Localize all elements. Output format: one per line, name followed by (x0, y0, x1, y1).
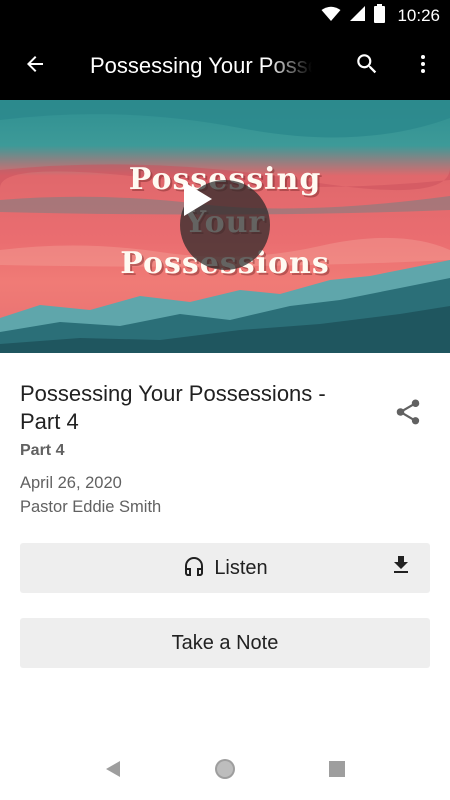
listen-label: Listen (214, 556, 268, 579)
more-options-button[interactable] (406, 49, 440, 83)
system-nav-bar (0, 740, 450, 800)
nav-back-button[interactable] (100, 758, 126, 784)
search-icon (354, 51, 380, 82)
listen-button[interactable]: Listen (20, 543, 430, 593)
share-button[interactable] (390, 396, 426, 432)
nav-home-icon (213, 757, 237, 786)
nav-recents-icon (329, 760, 345, 782)
take-note-button[interactable]: Take a Note (20, 618, 430, 668)
take-note-label: Take a Note (171, 631, 279, 654)
sermon-speaker: Pastor Eddie Smith (20, 498, 162, 516)
wifi-icon (321, 6, 341, 27)
nav-back-icon (104, 760, 122, 783)
app-toolbar: Possessing Your Possessions - Part 4 (0, 32, 450, 100)
status-bar: 10:26 (0, 0, 450, 32)
nav-recents-button[interactable] (324, 758, 350, 784)
back-button[interactable] (18, 49, 52, 83)
download-icon (389, 553, 413, 583)
more-vert-icon (411, 52, 435, 81)
nav-home-button[interactable] (212, 758, 238, 784)
sermon-date: April 26, 2020 (20, 474, 122, 492)
battery-icon (374, 4, 386, 28)
sermon-artwork: Possessing Your Possessions (0, 100, 450, 353)
play-button[interactable] (180, 180, 270, 270)
cellular-signal-icon (349, 5, 366, 27)
share-icon (393, 397, 423, 432)
back-arrow-icon (23, 52, 47, 81)
toolbar-title: Possessing Your Possessions - Part 4 (90, 53, 312, 78)
sermon-title: Possessing Your Possessions - Part 4 (20, 381, 326, 434)
status-time: 10:26 (397, 6, 440, 25)
search-button[interactable] (350, 49, 384, 83)
sermon-subtitle: Part 4 (20, 442, 65, 459)
headphones-icon (182, 556, 206, 580)
download-button[interactable] (388, 555, 414, 581)
